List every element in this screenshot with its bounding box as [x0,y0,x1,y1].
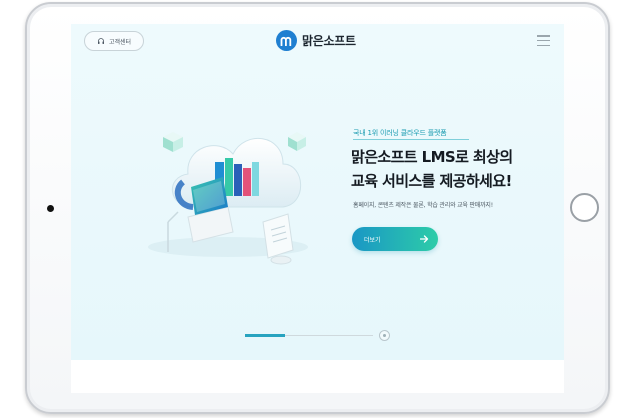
more-button[interactable]: 더보기 [352,227,438,251]
support-label: 고객센터 [108,38,132,46]
cube-right-icon [288,132,306,151]
hero-headline: 맑은소프트 LMS로 최상의 교육 서비스를 제공하세요! [351,145,551,193]
logo-text: 맑은소프트 [302,34,356,48]
hamburger-menu-icon[interactable] [537,35,550,46]
slide-progress-active [245,334,285,337]
hero-eyebrow: 국내 1위 이러닝 클라우드 플랫폼 [353,129,447,137]
document-scroll-icon [262,213,294,265]
home-button[interactable] [570,193,599,222]
headline-line-2: 교육 서비스를 제공하세요! [351,172,512,190]
headset-icon [97,38,104,44]
hero-section: 고객센터 맑은소프트 국내 1위 이러닝 클라우드 플랫폼 맑은소프트 LMS로… [71,24,564,360]
arrow-right-icon [420,235,429,243]
screen: 고객센터 맑은소프트 국내 1위 이러닝 클라우드 플랫폼 맑은소프트 LMS로… [71,24,564,393]
camera-icon [47,205,54,212]
more-button-label: 더보기 [364,236,381,244]
logo-m-icon [276,30,297,51]
support-button[interactable]: 고객센터 [84,31,144,51]
cloud-illustration [148,132,308,265]
cube-left-icon [163,132,183,152]
logo[interactable]: 맑은소프트 [276,30,356,51]
headline-line-1: 맑은소프트 LMS로 최상의 [351,148,513,166]
eyebrow-underline [353,139,469,140]
hero-description: 홈페이지, 콘텐츠 제작은 물론, 학습 관리와 교육 판매까지! [353,202,493,209]
pager-dot-icon[interactable] [379,330,390,341]
